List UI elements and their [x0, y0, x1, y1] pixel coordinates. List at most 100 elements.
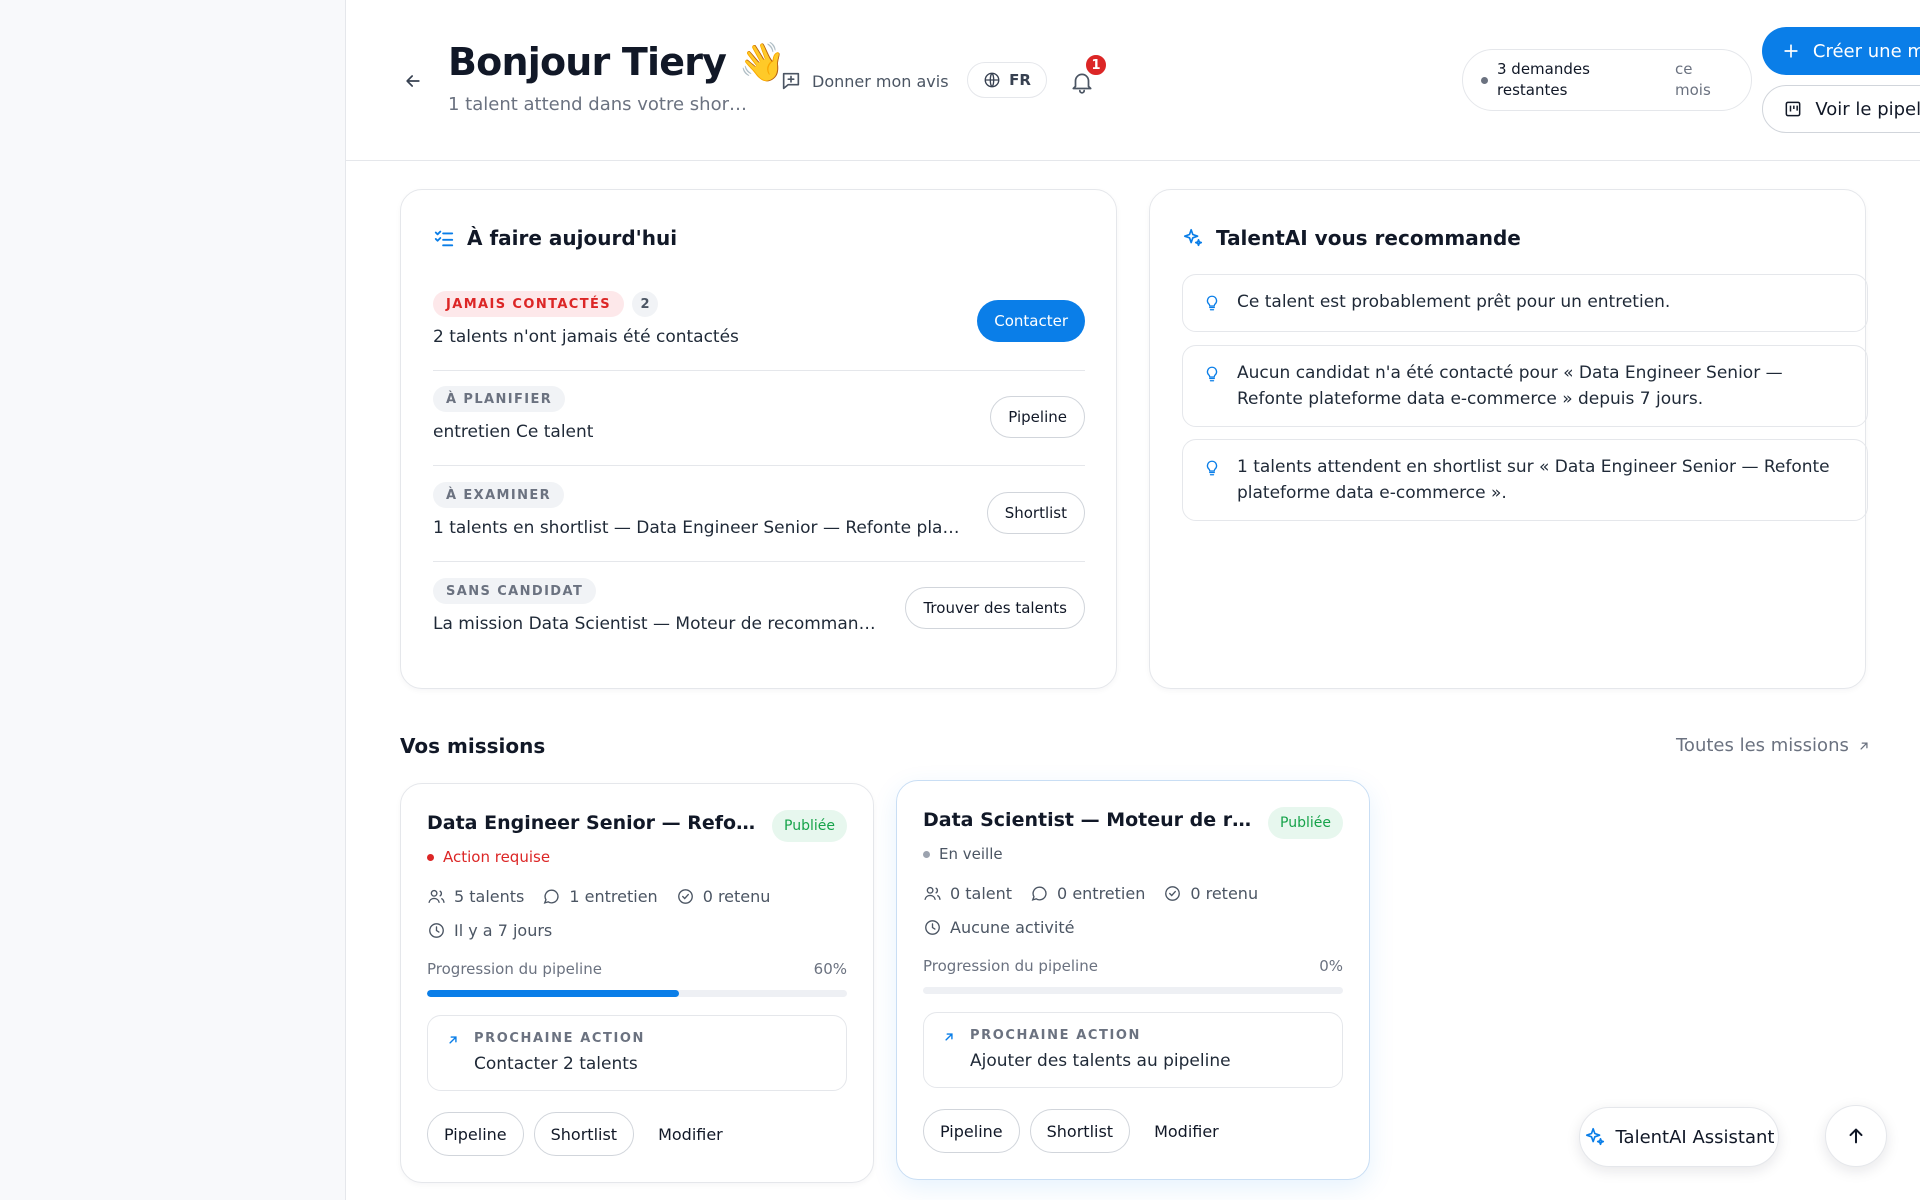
find-talents-button[interactable]: Trouver des talents: [905, 587, 1085, 629]
mission-shortlist-button[interactable]: Shortlist: [533, 1112, 635, 1156]
mission-card[interactable]: Data Scientist — Moteur de recommandatio…: [896, 780, 1370, 1180]
language-switcher[interactable]: FR: [967, 62, 1047, 98]
todo-tag: À EXAMINER: [433, 482, 565, 508]
chat-icon: [544, 889, 560, 904]
recommendation-item: 1 talents attendent en shortlist sur « D…: [1182, 439, 1868, 521]
todo-card: À faire aujourd'hui JAMAIS CONTACTÉS 2 2…: [400, 189, 1117, 689]
page-title: Bonjour Tiery 👋: [448, 40, 786, 84]
lightbulb-icon: [1206, 460, 1218, 476]
quota-dot: [1481, 76, 1488, 84]
todo-pipeline-button[interactable]: Pipeline: [990, 396, 1085, 438]
progress-label: Progression du pipeline: [427, 960, 602, 978]
todo-item: JAMAIS CONTACTÉS 2 2 talents n'ont jamai…: [433, 291, 1085, 371]
mission-activity: Aucune activité: [923, 918, 1074, 937]
todo-text: 1 talents en shortlist — Data Engineer S…: [433, 518, 963, 538]
create-mission-label: Créer une mission: [1812, 40, 1920, 62]
feedback-icon: [782, 72, 800, 90]
recommendation-text: Ce talent est probablement prêt pour un …: [1237, 292, 1671, 312]
globe-icon: [984, 72, 1000, 88]
check-circle-icon: [677, 889, 693, 904]
progress-bar: [427, 990, 847, 997]
todo-item: SANS CANDIDAT La mission Data Scientist …: [433, 578, 1085, 648]
all-missions-label: Toutes les missions: [1676, 735, 1849, 756]
status-badge: Publiée: [772, 810, 847, 842]
clock-icon: [429, 923, 444, 938]
todo-tag: JAMAIS CONTACTÉS: [433, 291, 625, 317]
todo-tag: À PLANIFIER: [433, 386, 566, 412]
checklist-icon: [434, 230, 454, 247]
mission-state: En veille: [923, 845, 1003, 863]
mission-activity: Il y a 7 jours: [427, 921, 552, 940]
next-action-text: Contacter 2 talents: [474, 1054, 638, 1074]
lightbulb-icon: [1206, 366, 1218, 382]
progress-fill: [427, 990, 679, 997]
todo-text: 2 talents n'ont jamais été contactés: [433, 327, 739, 347]
todo-text: entretien Ce talent: [433, 422, 594, 442]
interviews-count: 1 entretien: [569, 887, 658, 906]
recommendation-item: Ce talent est probablement prêt pour un …: [1182, 274, 1868, 332]
next-action-text: Ajouter des talents au pipeline: [970, 1051, 1231, 1071]
chat-icon: [1031, 886, 1047, 901]
recommendations-title-text: TalentAI vous recommande: [1216, 226, 1521, 250]
mission-state-label: En veille: [939, 845, 1003, 863]
assistant-button[interactable]: TalentAI Assistant: [1579, 1107, 1779, 1167]
progress-label: Progression du pipeline: [923, 957, 1098, 975]
missions-section-title: Vos missions: [400, 734, 546, 758]
state-dot: [923, 850, 930, 858]
recommendations-title: TalentAI vous recommande: [1182, 226, 1521, 250]
mission-shortlist-button[interactable]: Shortlist: [1029, 1109, 1131, 1153]
mission-edit-button[interactable]: Modifier: [644, 1112, 737, 1156]
check-circle-icon: [1165, 886, 1181, 901]
scroll-top-button[interactable]: [1825, 1105, 1887, 1167]
page-subtitle: 1 talent attend dans votre shortlist: [448, 94, 748, 115]
mission-state-label: Action requise: [443, 848, 551, 866]
quota-remaining: 3 demandes restantes: [1497, 60, 1590, 99]
todo-item: À EXAMINER 1 talents en shortlist — Data…: [433, 482, 1085, 562]
progress-bar: [923, 987, 1343, 994]
mission-stats: 5 talents 1 entretien 0 retenu: [427, 887, 770, 906]
recommendation-item: Aucun candidat n'a été contacté pour « D…: [1182, 345, 1868, 427]
progress-percent: 0%: [1319, 957, 1343, 975]
all-missions-link[interactable]: Toutes les missions: [1676, 735, 1871, 756]
view-pipeline-button[interactable]: Voir le pipeline: [1762, 85, 1920, 133]
arrow-up-right-icon: [1860, 741, 1868, 750]
todo-item: À PLANIFIER entretien Ce talent Pipeline: [433, 386, 1085, 466]
todo-text: La mission Data Scientist — Moteur de re…: [433, 614, 883, 634]
lightbulb-icon: [1206, 295, 1218, 311]
next-action-box: PROCHAINE ACTION Ajouter des talents au …: [923, 1012, 1343, 1088]
todo-tag-count: 2: [632, 291, 659, 317]
activity-label: Aucune activité: [950, 918, 1075, 937]
mission-card[interactable]: Data Engineer Senior — Refonte plateform…: [400, 783, 874, 1183]
feedback-button[interactable]: Donner mon avis: [780, 66, 949, 96]
sparkles-icon: [1183, 228, 1203, 247]
mission-actions: Pipeline Shortlist Modifier: [923, 1109, 1233, 1153]
mission-state: Action requise: [427, 848, 550, 866]
contact-button[interactable]: Contacter: [977, 300, 1085, 342]
mission-pipeline-button[interactable]: Pipeline: [427, 1112, 524, 1156]
arrow-up-icon: [1849, 1128, 1863, 1144]
arrow-left-icon: [406, 75, 420, 87]
clock-icon: [925, 920, 940, 935]
mission-title: Data Engineer Senior — Refonte plateform…: [427, 812, 757, 834]
state-dot: [427, 853, 434, 861]
view-pipeline-label: Voir le pipeline: [1815, 98, 1920, 120]
create-mission-button[interactable]: Créer une mission: [1762, 27, 1920, 75]
back-button[interactable]: [398, 66, 428, 96]
arrow-up-right-icon: [449, 1036, 457, 1044]
mission-pipeline-button[interactable]: Pipeline: [923, 1109, 1020, 1153]
quota-indicator: 3 demandes restantes ce mois: [1462, 49, 1752, 111]
todo-tag: SANS CANDIDAT: [433, 578, 597, 604]
interviews-count: 0 entretien: [1057, 884, 1146, 903]
sparkles-icon: [1585, 1127, 1604, 1146]
plus-icon: [1784, 44, 1798, 58]
mission-actions: Pipeline Shortlist Modifier: [427, 1112, 737, 1156]
sidebar: [0, 0, 346, 1200]
mission-edit-button[interactable]: Modifier: [1140, 1109, 1233, 1153]
notification-badge: 1: [1084, 53, 1108, 77]
recommendation-text: 1 talents attendent en shortlist sur « D…: [1237, 457, 1830, 503]
talents-count: 0 talent: [950, 884, 1013, 903]
todo-shortlist-button[interactable]: Shortlist: [986, 492, 1085, 534]
retained-count: 0 retenu: [702, 887, 771, 906]
mission-title: Data Scientist — Moteur de recommandatio…: [923, 809, 1253, 831]
users-icon: [924, 886, 941, 900]
